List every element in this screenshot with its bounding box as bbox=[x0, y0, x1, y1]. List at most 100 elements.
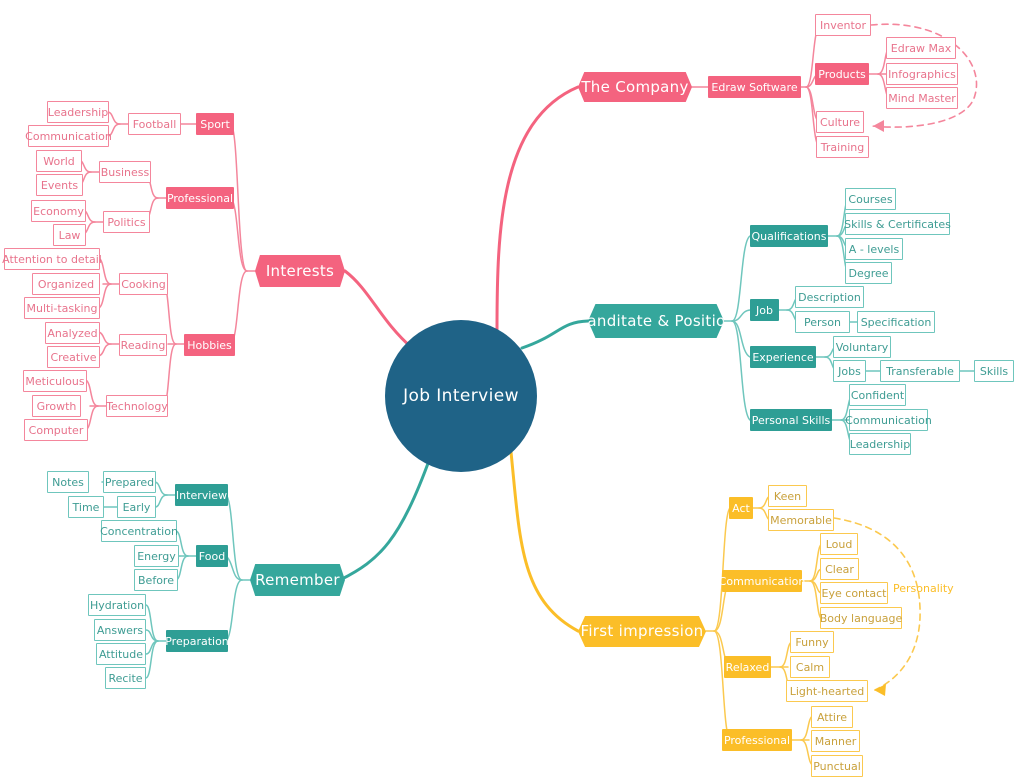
node-business[interactable]: Business bbox=[99, 161, 151, 183]
node-hobbies[interactable]: Hobbies bbox=[184, 334, 235, 356]
node-technology[interactable]: Technology bbox=[106, 395, 168, 417]
node-events-label: Events bbox=[40, 178, 79, 192]
node-body-language[interactable]: Body language bbox=[820, 607, 902, 629]
node-skills[interactable]: Skills bbox=[974, 360, 1014, 382]
node-products[interactable]: Products bbox=[815, 63, 869, 85]
node-light-hearted[interactable]: Light-hearted bbox=[786, 680, 868, 702]
node-preparation[interactable]: Preparation bbox=[165, 630, 229, 652]
node-job-label: Job bbox=[756, 303, 773, 317]
node-degree[interactable]: Degree bbox=[845, 262, 892, 284]
node-energy-label: Energy bbox=[137, 549, 176, 563]
node-multi-tasking[interactable]: Multi-tasking bbox=[24, 297, 100, 319]
node-a-levels[interactable]: A - levels bbox=[845, 238, 903, 260]
node-food[interactable]: Food bbox=[196, 545, 228, 567]
node-football[interactable]: Football bbox=[128, 113, 181, 135]
node-punctual[interactable]: Punctual bbox=[811, 755, 863, 777]
node-skills-certificates[interactable]: Skills & Certificates bbox=[844, 213, 951, 235]
link-prep-recite bbox=[145, 640, 159, 679]
node-training[interactable]: Training bbox=[816, 136, 869, 158]
node-reading-label: Reading bbox=[120, 338, 166, 352]
node-confident[interactable]: Confident bbox=[849, 384, 906, 406]
node-energy[interactable]: Energy bbox=[134, 545, 179, 567]
node-communication-fi[interactable]: Communication bbox=[719, 570, 805, 592]
node-description[interactable]: Description bbox=[795, 286, 864, 308]
node-mind-master[interactable]: Mind Master bbox=[886, 87, 958, 109]
node-jobs[interactable]: Jobs bbox=[833, 360, 866, 382]
node-professional-interests[interactable]: Professional bbox=[166, 187, 234, 209]
node-courses[interactable]: Courses bbox=[845, 188, 896, 210]
node-concentration[interactable]: Concentration bbox=[100, 520, 178, 542]
node-organized[interactable]: Organized bbox=[32, 273, 100, 295]
node-interview[interactable]: Interview bbox=[175, 484, 228, 506]
node-person[interactable]: Person bbox=[795, 311, 850, 333]
node-computer[interactable]: Computer bbox=[24, 419, 88, 441]
node-cooking-label: Cooking bbox=[121, 277, 166, 291]
branch-the-company[interactable]: The Company bbox=[578, 72, 692, 102]
node-attention-to-detail[interactable]: Attention to detail bbox=[2, 248, 102, 270]
node-answers[interactable]: Answers bbox=[94, 619, 146, 641]
node-inventor-label: Inventor bbox=[819, 18, 867, 32]
node-experience[interactable]: Experience bbox=[750, 346, 816, 368]
node-attitude[interactable]: Attitude bbox=[96, 643, 146, 665]
node-communication-interests[interactable]: Communication bbox=[25, 125, 112, 147]
node-infographics[interactable]: Infographics bbox=[886, 63, 958, 85]
node-time-label: Time bbox=[72, 500, 100, 514]
node-transferable[interactable]: Transferable bbox=[880, 360, 960, 382]
node-communication-skills[interactable]: Communication bbox=[845, 409, 932, 431]
node-keen[interactable]: Keen bbox=[768, 485, 807, 507]
node-events[interactable]: Events bbox=[36, 174, 83, 196]
branch-remember[interactable]: Remember bbox=[250, 564, 345, 596]
node-cooking[interactable]: Cooking bbox=[119, 273, 168, 295]
node-memorable[interactable]: Memorable bbox=[768, 509, 834, 531]
node-analyzed[interactable]: Analyzed bbox=[45, 322, 100, 344]
node-politics[interactable]: Politics bbox=[103, 211, 150, 233]
node-relaxed[interactable]: Relaxed bbox=[724, 656, 771, 678]
node-edraw-software[interactable]: Edraw Software bbox=[708, 76, 801, 98]
node-world[interactable]: World bbox=[36, 150, 82, 172]
node-leadership-skills[interactable]: Leadership bbox=[849, 433, 911, 455]
node-calm[interactable]: Calm bbox=[790, 656, 830, 678]
main-branch-remember bbox=[338, 456, 432, 582]
node-early[interactable]: Early bbox=[117, 496, 156, 518]
node-voluntary[interactable]: Voluntary bbox=[833, 336, 891, 358]
node-law[interactable]: Law bbox=[53, 224, 86, 246]
central-node[interactable]: Job Interview bbox=[385, 320, 537, 472]
relation-label-personality: Personality bbox=[893, 582, 954, 595]
node-creative[interactable]: Creative bbox=[47, 346, 100, 368]
branch-first-impression[interactable]: First impression bbox=[578, 616, 706, 647]
node-recite[interactable]: Recite bbox=[105, 667, 146, 689]
node-economy[interactable]: Economy bbox=[31, 200, 86, 222]
node-edraw-max[interactable]: Edraw Max bbox=[886, 37, 956, 59]
node-notes[interactable]: Notes bbox=[47, 471, 89, 493]
node-specification-label: Specification bbox=[860, 315, 932, 329]
node-specification[interactable]: Specification bbox=[857, 311, 935, 333]
node-growth[interactable]: Growth bbox=[32, 395, 81, 417]
link-prep-hydration bbox=[145, 604, 159, 642]
branch-interests[interactable]: Interests bbox=[255, 255, 345, 287]
node-eye-contact[interactable]: Eye contact bbox=[820, 582, 888, 604]
node-meticulous[interactable]: Meticulous bbox=[23, 370, 87, 392]
node-qualifications[interactable]: Qualifications bbox=[750, 225, 828, 247]
node-sport[interactable]: Sport bbox=[196, 113, 234, 135]
node-culture[interactable]: Culture bbox=[816, 111, 864, 133]
node-meticulous-label: Meticulous bbox=[25, 374, 85, 388]
node-time[interactable]: Time bbox=[68, 496, 104, 518]
node-prepared[interactable]: Prepared bbox=[103, 471, 156, 493]
branch-candidate-position[interactable]: Canditate & Position bbox=[588, 304, 724, 338]
node-inventor[interactable]: Inventor bbox=[815, 14, 871, 36]
node-clear[interactable]: Clear bbox=[820, 558, 859, 580]
node-act[interactable]: Act bbox=[729, 497, 753, 519]
node-hydration[interactable]: Hydration bbox=[88, 594, 146, 616]
node-funny[interactable]: Funny bbox=[790, 631, 834, 653]
node-skills-label: Skills bbox=[979, 364, 1009, 378]
node-before[interactable]: Before bbox=[134, 569, 178, 591]
node-professional-fi[interactable]: Professional bbox=[722, 729, 792, 751]
node-personal-skills[interactable]: Personal Skills bbox=[750, 409, 832, 431]
node-leadership[interactable]: Leadership bbox=[47, 101, 109, 123]
node-reading[interactable]: Reading bbox=[119, 334, 167, 356]
node-attire[interactable]: Attire bbox=[811, 706, 853, 728]
branch-remember-label: Remember bbox=[255, 570, 340, 589]
node-loud[interactable]: Loud bbox=[820, 533, 858, 555]
node-job[interactable]: Job bbox=[750, 299, 779, 321]
node-manner[interactable]: Manner bbox=[811, 730, 860, 752]
